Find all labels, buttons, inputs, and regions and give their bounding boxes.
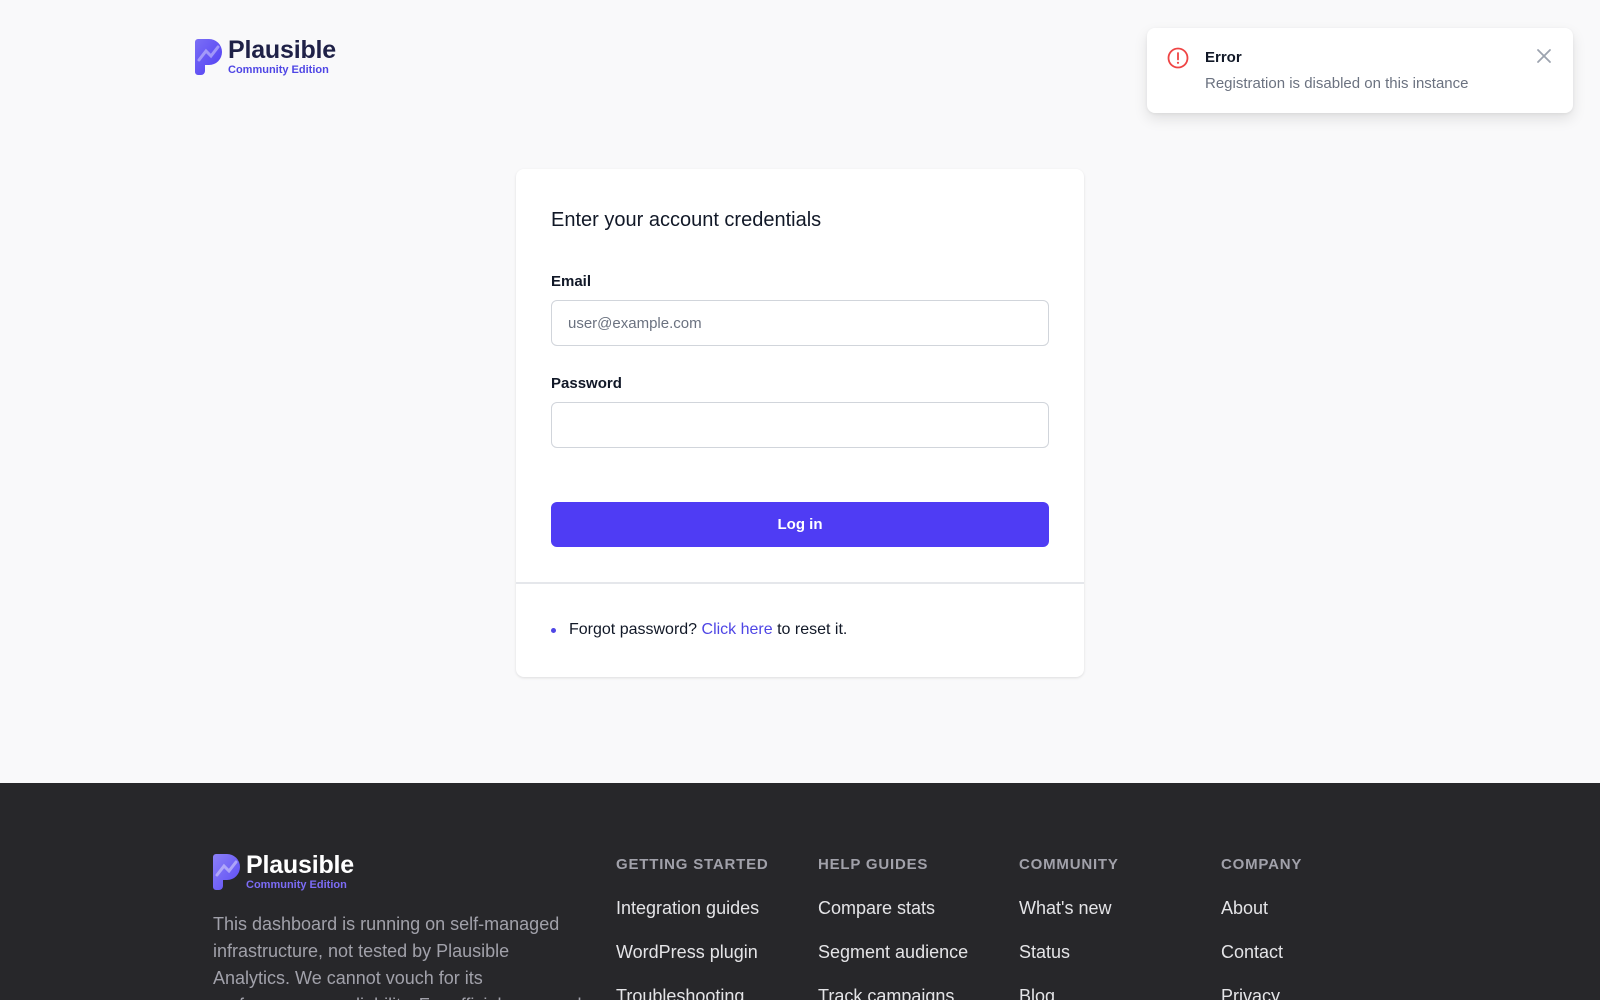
forgot-suffix: to reset it. xyxy=(772,621,848,638)
footer-brand-edition: Community Edition xyxy=(246,879,347,891)
forgot-password-item: Forgot password? Click here to reset it. xyxy=(551,621,847,639)
footer-link-item: Compare stats xyxy=(818,898,968,942)
footer-link-item: Integration guides xyxy=(616,898,769,942)
footer-link[interactable]: Status xyxy=(1019,942,1070,962)
toast-close-button[interactable] xyxy=(1533,45,1555,67)
footer-link[interactable]: WordPress plugin xyxy=(616,942,758,962)
footer-link[interactable]: Troubleshooting xyxy=(616,986,744,1000)
footer-link-item: Segment audience xyxy=(818,942,968,986)
password-field[interactable] xyxy=(551,402,1049,448)
plausible-logo-icon xyxy=(213,854,240,890)
footer-link-item: About xyxy=(1221,898,1302,942)
footer-link-item: What's new xyxy=(1019,898,1119,942)
login-card: Enter your account credentials Email Pas… xyxy=(516,169,1084,677)
site-footer: Plausible Community Edition This dashboa… xyxy=(0,783,1600,1000)
footer-column-getting-started: GETTING STARTED Integration guides WordP… xyxy=(616,856,769,1000)
footer-column-heading: COMPANY xyxy=(1221,856,1303,873)
login-button[interactable]: Log in xyxy=(551,502,1049,547)
error-toast: Error Registration is disabled on this i… xyxy=(1147,28,1573,113)
footer-link-item: Status xyxy=(1019,942,1119,986)
email-field[interactable] xyxy=(551,300,1049,346)
footer-logo[interactable]: Plausible Community Edition xyxy=(213,853,354,891)
footer-link-item: Privacy xyxy=(1221,986,1302,1000)
footer-link-item: Blog xyxy=(1019,986,1119,1000)
close-icon xyxy=(1537,49,1551,63)
footer-column-help-guides: HELP GUIDES Compare stats Segment audien… xyxy=(818,856,968,1000)
footer-link[interactable]: Compare stats xyxy=(818,898,935,918)
footer-link[interactable]: Contact xyxy=(1221,942,1283,962)
reset-password-link[interactable]: Click here xyxy=(702,621,773,639)
footer-link-item: Troubleshooting xyxy=(616,986,769,1000)
login-title: Enter your account credentials xyxy=(551,209,822,231)
footer-link[interactable]: Integration guides xyxy=(616,898,759,918)
footer-link-item: WordPress plugin xyxy=(616,942,769,986)
exclamation-circle-icon xyxy=(1167,47,1189,69)
email-label: Email xyxy=(551,273,592,290)
forgot-prefix: Forgot password? xyxy=(569,621,702,638)
footer-column-heading: HELP GUIDES xyxy=(818,856,929,873)
footer-link-item: Contact xyxy=(1221,942,1302,986)
footer-link[interactable]: Blog xyxy=(1019,986,1055,1000)
footer-column-heading: GETTING STARTED xyxy=(616,856,769,873)
footer-link[interactable]: Privacy xyxy=(1221,986,1280,1000)
brand-name: Plausible xyxy=(228,36,336,64)
password-label: Password xyxy=(551,375,622,392)
toast-message: Registration is disabled on this instanc… xyxy=(1205,75,1469,92)
header-logo[interactable]: Plausible Community Edition xyxy=(195,38,336,76)
footer-link[interactable]: Track campaigns xyxy=(818,986,954,1000)
footer-link[interactable]: About xyxy=(1221,898,1268,918)
footer-link[interactable]: Segment audience xyxy=(818,942,968,962)
footer-column-company: COMPANY About Contact Privacy xyxy=(1221,856,1302,1000)
footer-description: This dashboard is running on self-manage… xyxy=(213,914,582,1000)
footer-link-item: Track campaigns xyxy=(818,986,968,1000)
footer-column-heading: COMMUNITY xyxy=(1019,856,1119,873)
footer-brand-name: Plausible xyxy=(246,851,354,879)
toast-title: Error xyxy=(1205,49,1242,66)
brand-edition: Community Edition xyxy=(228,64,329,76)
footer-column-community: COMMUNITY What's new Status Blog xyxy=(1019,856,1119,1000)
card-divider xyxy=(516,582,1084,584)
footer-link[interactable]: What's new xyxy=(1019,898,1111,918)
bullet-icon xyxy=(551,627,556,633)
plausible-logo-icon xyxy=(195,39,222,75)
